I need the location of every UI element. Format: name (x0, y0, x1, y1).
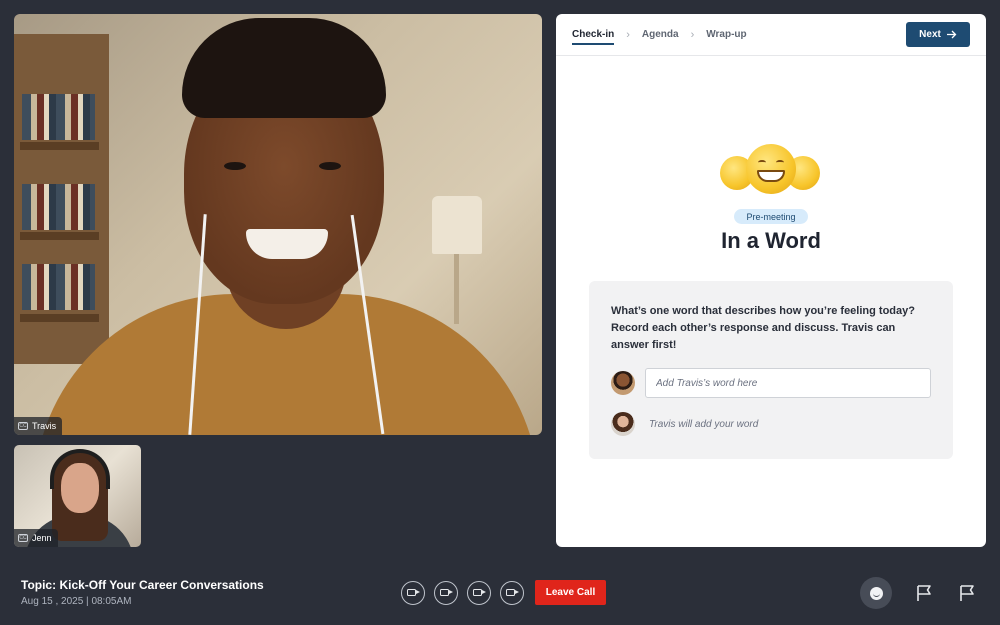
travis-word-input[interactable] (645, 368, 931, 398)
meeting-info: Topic: Kick-Off Your Career Conversation… (21, 578, 264, 607)
closed-captions-icon: CC (18, 534, 28, 542)
activity-header: Check-in › Agenda › Wrap-up Next (556, 14, 986, 56)
step-agenda[interactable]: Agenda (642, 29, 679, 40)
video-camera-icon (506, 589, 519, 596)
closed-captions-icon: CC (18, 422, 28, 430)
meeting-time: 08:05AM (91, 596, 132, 607)
video-camera-icon (440, 589, 453, 596)
question-card: What’s one word that describes how you’r… (589, 281, 953, 459)
reactions-button[interactable] (860, 577, 892, 609)
self-video-name-tag: CC Jenn (14, 529, 58, 547)
camera-toggle-button-1[interactable] (401, 580, 425, 605)
next-button[interactable]: Next (906, 22, 970, 47)
arrow-right-icon (946, 30, 957, 39)
main-video-tile: CC Travis (14, 14, 542, 435)
next-button-label: Next (919, 29, 941, 40)
video-camera-icon (473, 589, 486, 596)
grinning-face-icon (746, 144, 796, 194)
waiting-text: Travis will add your word (649, 418, 759, 430)
travis-avatar (611, 371, 635, 395)
chevron-right-icon: › (690, 28, 695, 41)
activity-panel: Check-in › Agenda › Wrap-up Next Pre-mee… (556, 14, 986, 547)
question-prompt: What’s one word that describes how you’r… (611, 305, 915, 351)
feelings-emoji-illustration (720, 144, 824, 200)
camera-toggle-button-2[interactable] (434, 580, 458, 605)
flag-icon[interactable] (958, 583, 978, 603)
flag-icon[interactable] (915, 583, 935, 603)
chevron-right-icon: › (626, 28, 630, 41)
pre-meeting-badge: Pre-meeting (734, 209, 808, 224)
meeting-date: Aug 15 , 2025 (21, 596, 84, 607)
background-lamp (432, 196, 482, 254)
leave-call-button[interactable]: Leave Call (535, 580, 606, 605)
main-video-name-tag: CC Travis (14, 417, 63, 435)
meeting-datetime: Aug 15 , 2025 | 08:05AM (21, 596, 264, 607)
headphones-image (50, 449, 110, 489)
activity-title: In a Word (721, 228, 821, 253)
step-breadcrumb: Check-in › Agenda › Wrap-up (572, 24, 747, 45)
self-video-tile: CC Jenn (14, 445, 141, 547)
video-camera-icon (407, 589, 420, 596)
travis-answer-row (611, 368, 931, 398)
smiley-icon (869, 586, 883, 600)
background-bookshelf (14, 34, 109, 364)
self-participant-name: Jenn (32, 533, 52, 543)
camera-toggle-button-4[interactable] (500, 580, 524, 605)
call-controls: Leave Call (401, 580, 606, 605)
jenn-answer-row: Travis will add your word (611, 412, 931, 436)
jenn-avatar (611, 412, 635, 436)
step-check-in[interactable]: Check-in (572, 29, 615, 45)
meeting-topic: Topic: Kick-Off Your Career Conversation… (21, 578, 264, 592)
camera-toggle-button-3[interactable] (467, 580, 491, 605)
main-participant-name: Travis (32, 421, 57, 431)
step-wrap-up[interactable]: Wrap-up (706, 29, 746, 40)
